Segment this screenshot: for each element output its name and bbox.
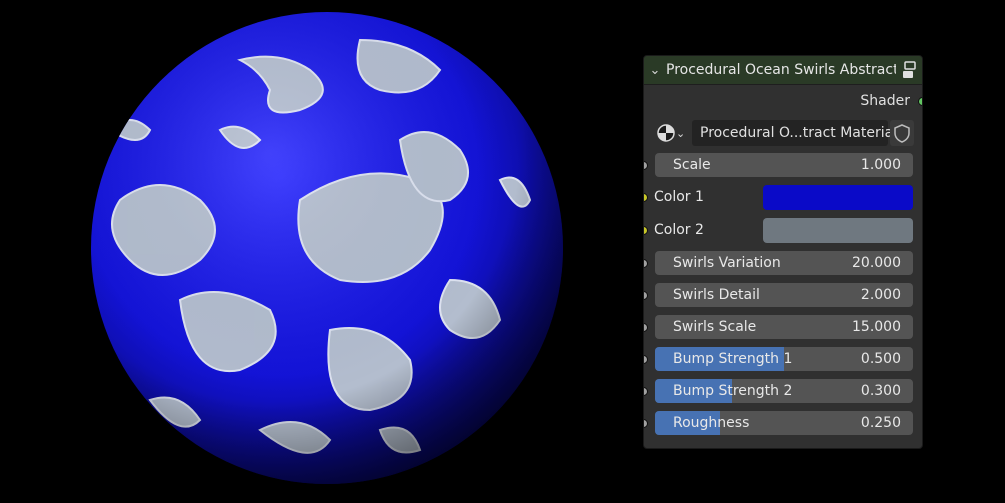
field-label: Roughness — [673, 415, 750, 431]
input-row-swirls-variation: Swirls Variation 20.000 — [644, 247, 922, 279]
input-row-color-2: Color 2 — [644, 214, 922, 247]
material-browse-button[interactable]: ⌄ — [656, 122, 690, 144]
field-value: 0.300 — [860, 383, 901, 399]
node-group-icon[interactable] — [902, 61, 916, 79]
field-label: Scale — [673, 157, 711, 173]
group-node-panel[interactable]: ⌄ Procedural Ocean Swirls Abstract ... S… — [643, 55, 923, 449]
input-socket[interactable] — [644, 226, 648, 235]
material-sphere-icon — [657, 124, 675, 142]
input-row-bump-strength-1: Bump Strength 1 0.500 — [644, 343, 922, 375]
input-socket[interactable] — [644, 419, 648, 428]
input-row-swirls-scale: Swirls Scale 15.000 — [644, 311, 922, 343]
field-value: 0.500 — [860, 351, 901, 367]
input-socket[interactable] — [644, 323, 648, 332]
input-row-color-1: Color 1 — [644, 181, 922, 214]
fake-user-shield-icon — [894, 124, 910, 143]
node-title: Procedural Ocean Swirls Abstract ... — [666, 62, 896, 78]
node-header[interactable]: ⌄ Procedural Ocean Swirls Abstract ... — [644, 56, 922, 85]
input-row-scale: Scale 1.000 — [644, 149, 922, 181]
chevron-down-icon: ⌄ — [676, 126, 686, 140]
bump-strength-2-slider[interactable]: Bump Strength 2 0.300 — [655, 379, 913, 403]
scale-field[interactable]: Scale 1.000 — [655, 153, 913, 177]
field-label: Swirls Detail — [673, 287, 760, 303]
preview-sphere — [91, 12, 563, 484]
shader-output-label: Shader — [860, 93, 910, 109]
field-value: 15.000 — [852, 319, 901, 335]
input-socket[interactable] — [644, 193, 648, 202]
field-label: Color 2 — [654, 222, 704, 238]
color-2-swatch[interactable] — [763, 218, 913, 243]
shader-output-row: Shader — [644, 85, 922, 117]
fake-user-button[interactable] — [890, 120, 914, 146]
field-label: Color 1 — [654, 189, 704, 205]
color-1-swatch[interactable] — [763, 185, 913, 210]
field-label: Swirls Scale — [673, 319, 757, 335]
field-value: 2.000 — [860, 287, 901, 303]
material-preview-viewport — [0, 0, 640, 503]
swirls-variation-field[interactable]: Swirls Variation 20.000 — [655, 251, 913, 275]
field-label: Bump Strength 2 — [673, 383, 793, 399]
swirls-scale-field[interactable]: Swirls Scale 15.000 — [655, 315, 913, 339]
material-name-field[interactable]: Procedural O...tract Material — [692, 120, 897, 146]
roughness-slider[interactable]: Roughness 0.250 — [655, 411, 913, 435]
material-selector-row: ⌄ Procedural O...tract Material — [644, 117, 922, 149]
field-value: 20.000 — [852, 255, 901, 271]
input-row-roughness: Roughness 0.250 — [644, 407, 922, 439]
input-socket[interactable] — [644, 161, 648, 170]
field-value: 1.000 — [860, 157, 901, 173]
input-row-swirls-detail: Swirls Detail 2.000 — [644, 279, 922, 311]
bump-strength-1-slider[interactable]: Bump Strength 1 0.500 — [655, 347, 913, 371]
input-row-bump-strength-2: Bump Strength 2 0.300 — [644, 375, 922, 407]
field-label: Swirls Variation — [673, 255, 781, 271]
input-socket[interactable] — [644, 387, 648, 396]
shader-output-socket[interactable] — [918, 97, 922, 106]
field-value: 0.250 — [860, 415, 901, 431]
input-socket[interactable] — [644, 291, 648, 300]
chevron-down-icon[interactable]: ⌄ — [644, 63, 666, 78]
input-socket[interactable] — [644, 259, 648, 268]
swirls-detail-field[interactable]: Swirls Detail 2.000 — [655, 283, 913, 307]
input-socket[interactable] — [644, 355, 648, 364]
field-label: Bump Strength 1 — [673, 351, 793, 367]
